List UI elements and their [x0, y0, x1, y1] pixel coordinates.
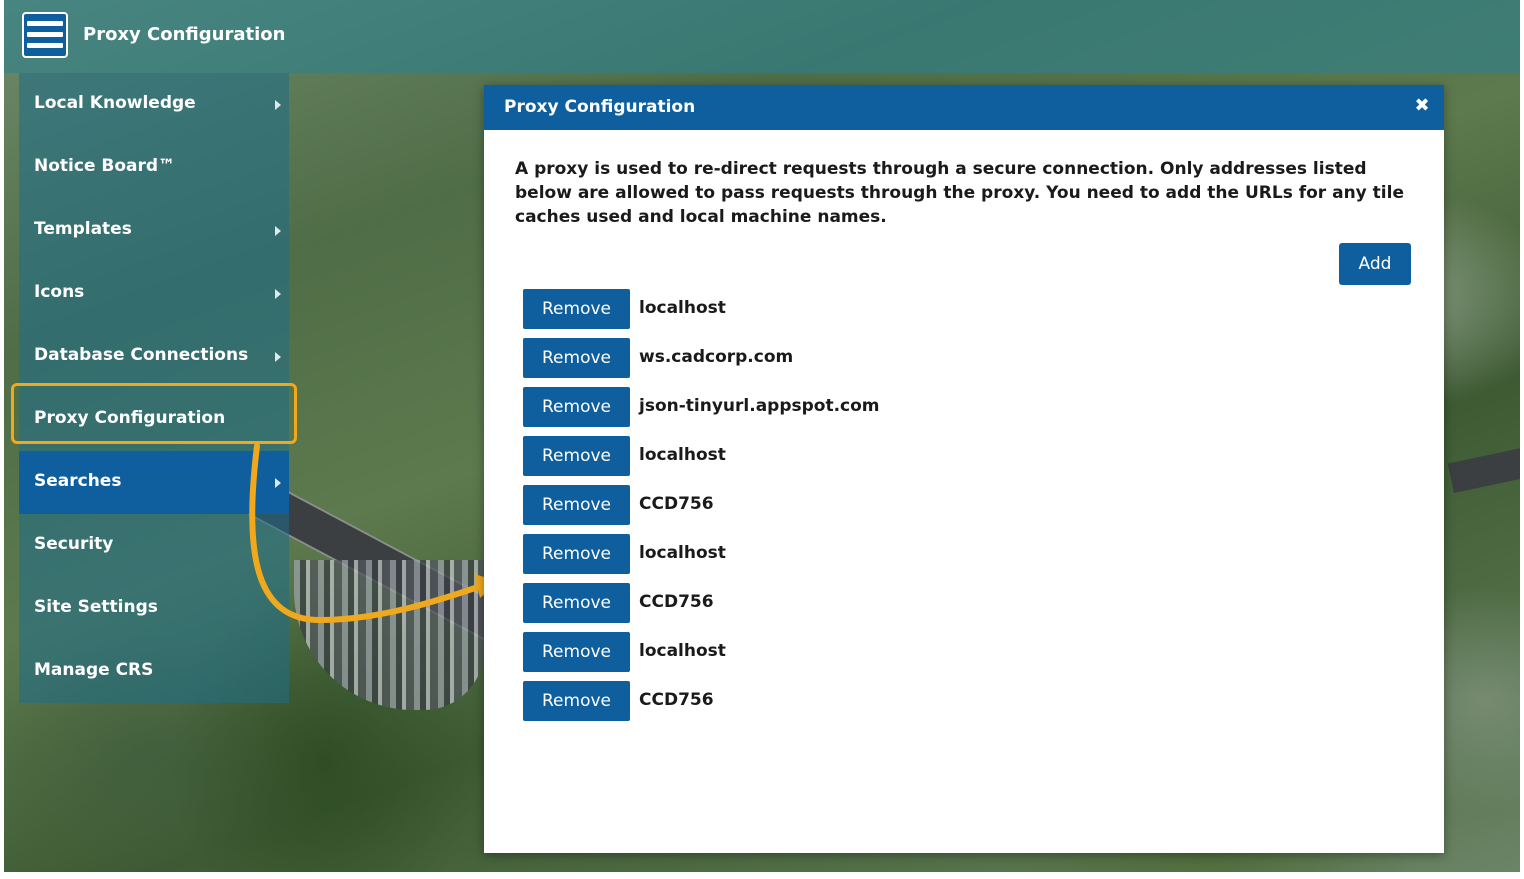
sidebar-item-label: Database Connections — [34, 345, 249, 365]
proxy-entry-url: json-tinyurl.appspot.com — [639, 396, 880, 416]
sidebar-item-icons[interactable]: Icons — [19, 262, 289, 325]
sidebar-item-site-settings[interactable]: Site Settings — [19, 577, 289, 640]
remove-button[interactable]: Remove — [523, 632, 630, 672]
remove-button[interactable]: Remove — [523, 681, 630, 721]
sidebar-item-manage-crs[interactable]: Manage CRS — [19, 640, 289, 703]
proxy-entry-url: ws.cadcorp.com — [639, 347, 794, 367]
dialog-title: Proxy Configuration — [504, 97, 696, 117]
proxy-entry-url: localhost — [639, 298, 726, 318]
proxy-entry-url: localhost — [639, 543, 726, 563]
sidebar-item-proxy-configuration[interactable]: Proxy Configuration — [19, 388, 289, 451]
proxy-entry-url: localhost — [639, 445, 726, 465]
app-title: Proxy Configuration — [83, 24, 286, 45]
remove-button[interactable]: Remove — [523, 583, 630, 623]
chevron-right-icon — [275, 100, 281, 110]
sidebar-item-label: Searches — [34, 471, 122, 491]
proxy-entry-url: CCD756 — [639, 690, 714, 710]
remove-button[interactable]: Remove — [523, 387, 630, 427]
sidebar-item-label: Proxy Configuration — [34, 408, 226, 428]
sidebar-item-label: Icons — [34, 282, 85, 302]
dialog-description: A proxy is used to re-direct requests th… — [515, 159, 1404, 227]
chevron-right-icon — [275, 352, 281, 362]
map-parking-area — [294, 560, 484, 710]
sidebar-item-security[interactable]: Security — [19, 514, 289, 577]
remove-button[interactable]: Remove — [523, 289, 630, 329]
proxy-entry-url: CCD756 — [639, 592, 714, 612]
top-bar: Proxy Configuration — [4, 0, 1520, 73]
remove-button[interactable]: Remove — [523, 485, 630, 525]
sidebar-item-templates[interactable]: Templates — [19, 199, 289, 262]
remove-button[interactable]: Remove — [523, 436, 630, 476]
chevron-right-icon — [275, 226, 281, 236]
proxy-entry-url: CCD756 — [639, 494, 714, 514]
sidebar-item-notice-board[interactable]: Notice Board™ — [19, 136, 289, 199]
map-road — [1447, 447, 1520, 493]
remove-button[interactable]: Remove — [523, 338, 630, 378]
sidebar-item-label: Local Knowledge — [34, 93, 196, 113]
proxy-configuration-dialog: Proxy Configuration ✖ A proxy is used to… — [484, 85, 1444, 853]
close-icon[interactable]: ✖ — [1412, 96, 1432, 116]
sidebar-item-searches[interactable]: Searches — [19, 451, 289, 514]
hamburger-menu-icon[interactable] — [22, 12, 68, 58]
dialog-header: Proxy Configuration ✖ — [484, 85, 1444, 130]
remove-button[interactable]: Remove — [523, 534, 630, 574]
sidebar-item-label: Notice Board™ — [34, 156, 176, 176]
sidebar-item-database-connections[interactable]: Database Connections — [19, 325, 289, 388]
sidebar-item-label: Manage CRS — [34, 660, 154, 680]
chevron-right-icon — [275, 289, 281, 299]
sidebar-item-local-knowledge[interactable]: Local Knowledge — [19, 73, 289, 136]
sidebar-item-label: Templates — [34, 219, 132, 239]
sidebar-item-label: Site Settings — [34, 597, 158, 617]
sidebar-item-label: Security — [34, 534, 114, 554]
add-button[interactable]: Add — [1339, 243, 1411, 285]
proxy-entry-url: localhost — [639, 641, 726, 661]
sidebar-menu: Local Knowledge Notice Board™ Templates … — [19, 73, 289, 703]
chevron-right-icon — [275, 478, 281, 488]
